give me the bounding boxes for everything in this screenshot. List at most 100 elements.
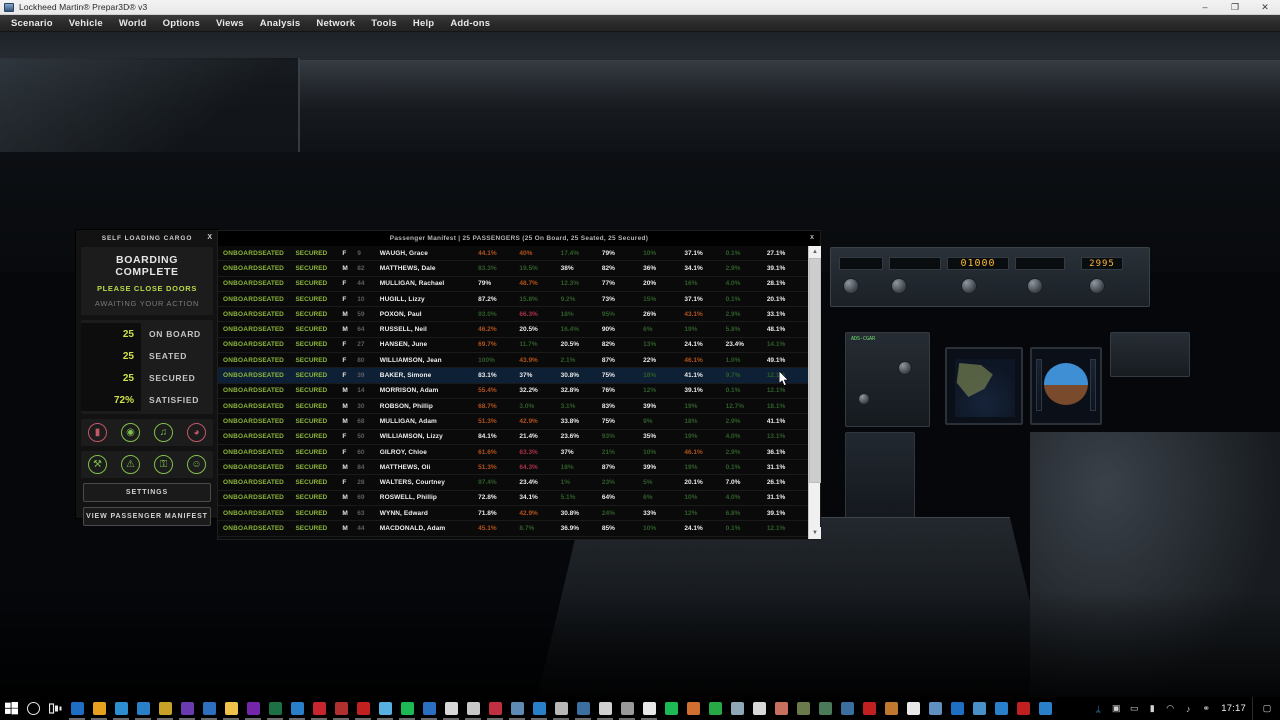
menu-item-network[interactable]: Network: [308, 16, 363, 31]
table-row[interactable]: ONBOARDSEATEDSECUREDF39BAKER, Simone83.1…: [218, 368, 808, 383]
menu-item-analysis[interactable]: Analysis: [252, 16, 309, 31]
menu-item-vehicle[interactable]: Vehicle: [61, 16, 111, 31]
settings-button[interactable]: SETTINGS: [83, 483, 211, 502]
fsx-icon[interactable]: [154, 697, 176, 720]
terrain-icon[interactable]: [814, 697, 836, 720]
battery-tray-icon[interactable]: ▮: [1143, 697, 1161, 720]
table-row[interactable]: ONBOARDSEATEDSECUREDF60GILROY, Chloe61.6…: [218, 445, 808, 460]
home-icon[interactable]: [880, 697, 902, 720]
view-passenger-manifest-button[interactable]: VIEW PASSENGER MANIFEST: [83, 507, 211, 526]
menu-item-options[interactable]: Options: [155, 16, 208, 31]
announcement-icon[interactable]: ◉: [121, 423, 140, 442]
fcu-left-panel[interactable]: ADS-CGAR: [845, 332, 930, 427]
filezilla-icon[interactable]: [308, 697, 330, 720]
self-loading-cargo-panel[interactable]: SELF LOADING CARGO X BOARDING COMPLETE P…: [76, 230, 218, 518]
simbrief-icon[interactable]: [440, 697, 462, 720]
globe-icon[interactable]: [924, 697, 946, 720]
menu-item-world[interactable]: World: [111, 16, 155, 31]
mouse-icon[interactable]: [462, 697, 484, 720]
system-tray[interactable]: ᛦ▣▭▮◠♪⚭ 17:17 ▢: [1089, 697, 1280, 720]
maintenance-icon[interactable]: ⚒: [88, 455, 107, 474]
spotify-icon[interactable]: [396, 697, 418, 720]
turbulence-icon[interactable]: ⚠: [121, 455, 140, 474]
office-icon[interactable]: [946, 697, 968, 720]
simulator-viewport[interactable]: 01000 2995 ADS-CGAR SELF LOADING CARGO X…: [0, 32, 1280, 697]
table-row[interactable]: ONBOARDSEATEDSECUREDM44MACDONALD, Adam45…: [218, 521, 808, 536]
chrome-icon[interactable]: [88, 697, 110, 720]
wifi-tray-icon[interactable]: ◠: [1161, 697, 1179, 720]
scroll-up-arrow[interactable]: ▲: [809, 246, 821, 258]
taskbar-clock[interactable]: 17:17: [1215, 703, 1252, 714]
dropbox-icon[interactable]: [990, 697, 1012, 720]
menu-item-views[interactable]: Views: [208, 16, 252, 31]
bluetooth-icon[interactable]: [1034, 697, 1056, 720]
file-explorer-icon[interactable]: [220, 697, 242, 720]
active-sky-icon[interactable]: [330, 697, 352, 720]
table-row[interactable]: ONBOARDSEATEDSECUREDM68MULLIGAN, Adam51.…: [218, 414, 808, 429]
mcp-altitude-knob[interactable]: [961, 278, 977, 294]
table-row[interactable]: ONBOARDSEATEDSECUREDM30ROBSON, Phillip68…: [218, 399, 808, 414]
call-bell-icon[interactable]: ◕: [187, 423, 206, 442]
weather-icon[interactable]: [858, 697, 880, 720]
menu-item-add-ons[interactable]: Add-ons: [442, 16, 498, 31]
table-row[interactable]: ONBOARDSEATEDSECUREDM84MATTHEWS, Oli51.3…: [218, 460, 808, 475]
crew-icon[interactable]: ☺: [187, 455, 206, 474]
volume-tray-icon[interactable]: ♪: [1179, 697, 1197, 720]
manifest-close-button[interactable]: x: [810, 234, 814, 241]
mcp-heading-knob[interactable]: [891, 278, 907, 294]
manifest-scrollbar[interactable]: ▲ ▼: [808, 246, 820, 539]
task-view-icon[interactable]: [44, 697, 66, 720]
mcp-speed-knob[interactable]: [843, 278, 859, 294]
vatsim-icon[interactable]: [616, 697, 638, 720]
paper-icon[interactable]: [638, 697, 660, 720]
mcp-baro-knob[interactable]: [1089, 278, 1105, 294]
chat-tray-icon[interactable]: ▭: [1125, 697, 1143, 720]
table-row[interactable]: ONBOARDSEATEDSECUREDF50WILLIAMSON, Lizzy…: [218, 430, 808, 445]
network-tray-icon[interactable]: ⚭: [1197, 697, 1215, 720]
table-row[interactable]: ONBOARDSEATEDSECUREDF9WAUGH, Grace44.1%4…: [218, 246, 808, 261]
scroll-down-arrow[interactable]: ▼: [809, 527, 821, 539]
seatbelt-icon[interactable]: ⚿: [154, 455, 173, 474]
pmdg-icon[interactable]: [572, 697, 594, 720]
table-row[interactable]: ONBOARDSEATEDSECUREDF28WALTERS, Courtney…: [218, 475, 808, 490]
gsx-icon[interactable]: [528, 697, 550, 720]
cortana-search-icon[interactable]: [22, 697, 44, 720]
manifest-scroll-area[interactable]: ONBOARDSEATEDSECUREDF9WAUGH, Grace44.1%4…: [218, 246, 820, 539]
moon-icon[interactable]: [748, 697, 770, 720]
prepar3d-icon[interactable]: [506, 697, 528, 720]
table-row[interactable]: ONBOARDSEATEDSECUREDM69ROSWELL, Phillip7…: [218, 491, 808, 506]
slc-close-button[interactable]: X: [207, 234, 212, 241]
vscode-icon[interactable]: [198, 697, 220, 720]
slc-icon[interactable]: [660, 697, 682, 720]
ezdok-icon[interactable]: [550, 697, 572, 720]
fs2crew-icon[interactable]: [682, 697, 704, 720]
music-icon[interactable]: ♫: [154, 423, 173, 442]
table-row[interactable]: ONBOARDSEATEDSECUREDM82MATTHEWS, Dale83.…: [218, 261, 808, 276]
table-row[interactable]: ONBOARDSEATEDSECUREDF80WILLIAMSON, Jean1…: [218, 353, 808, 368]
cargo-icon[interactable]: [792, 697, 814, 720]
mail-icon[interactable]: [902, 697, 924, 720]
teamspeak-icon[interactable]: [968, 697, 990, 720]
pdf-icon[interactable]: [352, 697, 374, 720]
uk2000-icon[interactable]: [484, 697, 506, 720]
onenote-icon[interactable]: [242, 697, 264, 720]
maximize-button[interactable]: ❐: [1220, 0, 1250, 14]
overhead-right-panel[interactable]: [1110, 332, 1190, 377]
bird-icon[interactable]: [726, 697, 748, 720]
notepad-icon[interactable]: [374, 697, 396, 720]
efis-range-knob[interactable]: [858, 393, 870, 405]
close-button[interactable]: ✕: [1250, 0, 1280, 14]
pilot-icon[interactable]: [770, 697, 792, 720]
table-row[interactable]: ONBOARDSEATEDSECUREDM14MORRISON, Adam55.…: [218, 384, 808, 399]
shield-icon[interactable]: [1012, 697, 1034, 720]
table-row[interactable]: ONBOARDSEATEDSECUREDF44MULLIGAN, Rachael…: [218, 277, 808, 292]
mcp-vs-knob[interactable]: [1027, 278, 1043, 294]
menu-item-scenario[interactable]: Scenario: [3, 16, 61, 31]
action-center-icon[interactable]: ▢: [1258, 697, 1276, 720]
excel-icon[interactable]: [264, 697, 286, 720]
table-row[interactable]: ONBOARDSEATEDSECUREDM64RUSSELL, Neil46.2…: [218, 322, 808, 337]
passenger-manifest-window[interactable]: Passenger Manifest | 25 PASSENGERS (25 O…: [218, 231, 820, 539]
edge-icon[interactable]: [110, 697, 132, 720]
display-tray-icon[interactable]: ▣: [1107, 697, 1125, 720]
skype-icon[interactable]: [132, 697, 154, 720]
